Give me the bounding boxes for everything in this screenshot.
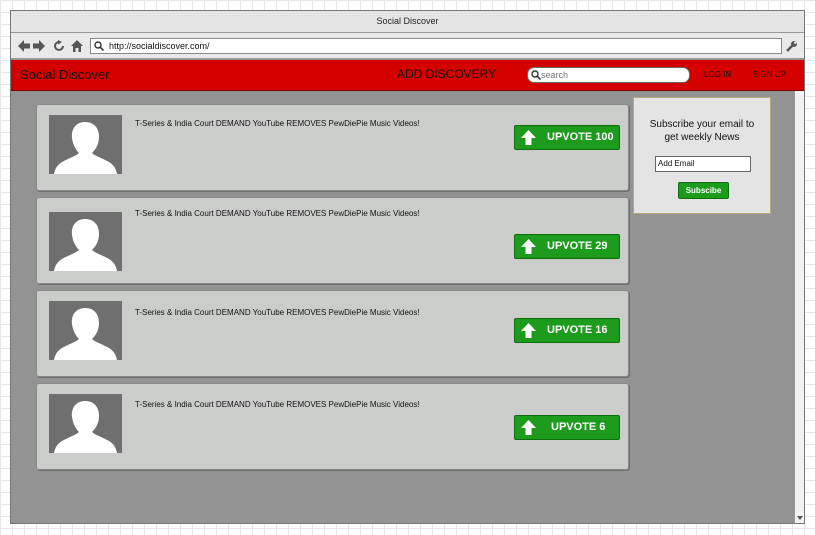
window-title: Social Discover: [11, 11, 804, 33]
post-card: T-Series & India Court DEMAND YouTube RE…: [36, 104, 629, 191]
upvote-button[interactable]: UPVOTE 29: [514, 234, 620, 259]
post-card: T-Series & India Court DEMAND YouTube RE…: [36, 290, 629, 377]
post-card: T-Series & India Court DEMAND YouTube RE…: [36, 383, 629, 470]
search-input[interactable]: search: [527, 67, 690, 83]
upvote-label: UPVOTE 6: [551, 421, 606, 433]
post-title[interactable]: T-Series & India Court DEMAND YouTube RE…: [135, 119, 420, 128]
upvote-label: UPVOTE 29: [547, 240, 608, 252]
brand-logo[interactable]: Social Discover: [20, 67, 110, 82]
wrench-icon[interactable]: [786, 40, 798, 52]
subscribe-heading-line1: Subscribe your email to: [649, 119, 755, 130]
post-card: T-Series & India Court DEMAND YouTube RE…: [36, 197, 629, 284]
search-icon: [531, 70, 541, 80]
upvote-arrow-icon: [521, 239, 536, 254]
search-placeholder: search: [541, 70, 569, 80]
upvote-button[interactable]: UPVOTE 6: [514, 415, 620, 440]
upvote-arrow-icon: [521, 130, 536, 145]
upvote-arrow-icon: [521, 323, 536, 338]
back-icon[interactable]: [18, 40, 30, 52]
subscribe-panel: Subscribe your email to get weekly News …: [633, 97, 771, 214]
scroll-down-icon[interactable]: [797, 516, 803, 520]
upvote-label: UPVOTE 100: [547, 131, 614, 143]
avatar-icon: [54, 219, 117, 271]
upvote-button[interactable]: UPVOTE 16: [514, 318, 620, 343]
avatar: [49, 212, 122, 271]
forward-icon[interactable]: [33, 40, 45, 52]
address-bar[interactable]: http://socialdiscover.com/: [90, 38, 782, 54]
login-link[interactable]: LOG IN: [704, 70, 731, 79]
add-discovery-link[interactable]: ADD DISCOVERY: [397, 67, 496, 81]
post-title[interactable]: T-Series & India Court DEMAND YouTube RE…: [135, 400, 420, 409]
url-text: http://socialdiscover.com/: [109, 41, 210, 51]
refresh-icon[interactable]: [53, 40, 65, 52]
upvote-label: UPVOTE 16: [547, 324, 608, 336]
subscribe-heading-line2: get weekly News: [664, 132, 740, 143]
avatar-icon: [54, 308, 117, 360]
browser-window: Social Discover http://socialdiscover.co…: [10, 10, 805, 524]
avatar-icon: [54, 122, 117, 174]
avatar: [49, 115, 122, 174]
email-field[interactable]: Add Email: [655, 156, 751, 172]
avatar: [49, 301, 122, 360]
vertical-scrollbar[interactable]: [794, 91, 804, 523]
upvote-button[interactable]: UPVOTE 100: [514, 125, 620, 150]
avatar-icon: [54, 401, 117, 453]
search-icon: [94, 41, 104, 51]
app-header: Social Discover ADD DISCOVERY search LOG…: [11, 60, 804, 91]
subscribe-heading: Subscribe your email to get weekly News: [634, 118, 770, 144]
browser-toolbar: http://socialdiscover.com/: [11, 33, 804, 59]
upvote-arrow-icon: [521, 420, 536, 435]
avatar: [49, 394, 122, 453]
home-icon[interactable]: [71, 40, 83, 52]
subscribe-button[interactable]: Subscibe: [678, 182, 729, 199]
signup-link[interactable]: SIGN UP: [753, 70, 786, 79]
post-title[interactable]: T-Series & India Court DEMAND YouTube RE…: [135, 209, 420, 218]
post-title[interactable]: T-Series & India Court DEMAND YouTube RE…: [135, 308, 420, 317]
